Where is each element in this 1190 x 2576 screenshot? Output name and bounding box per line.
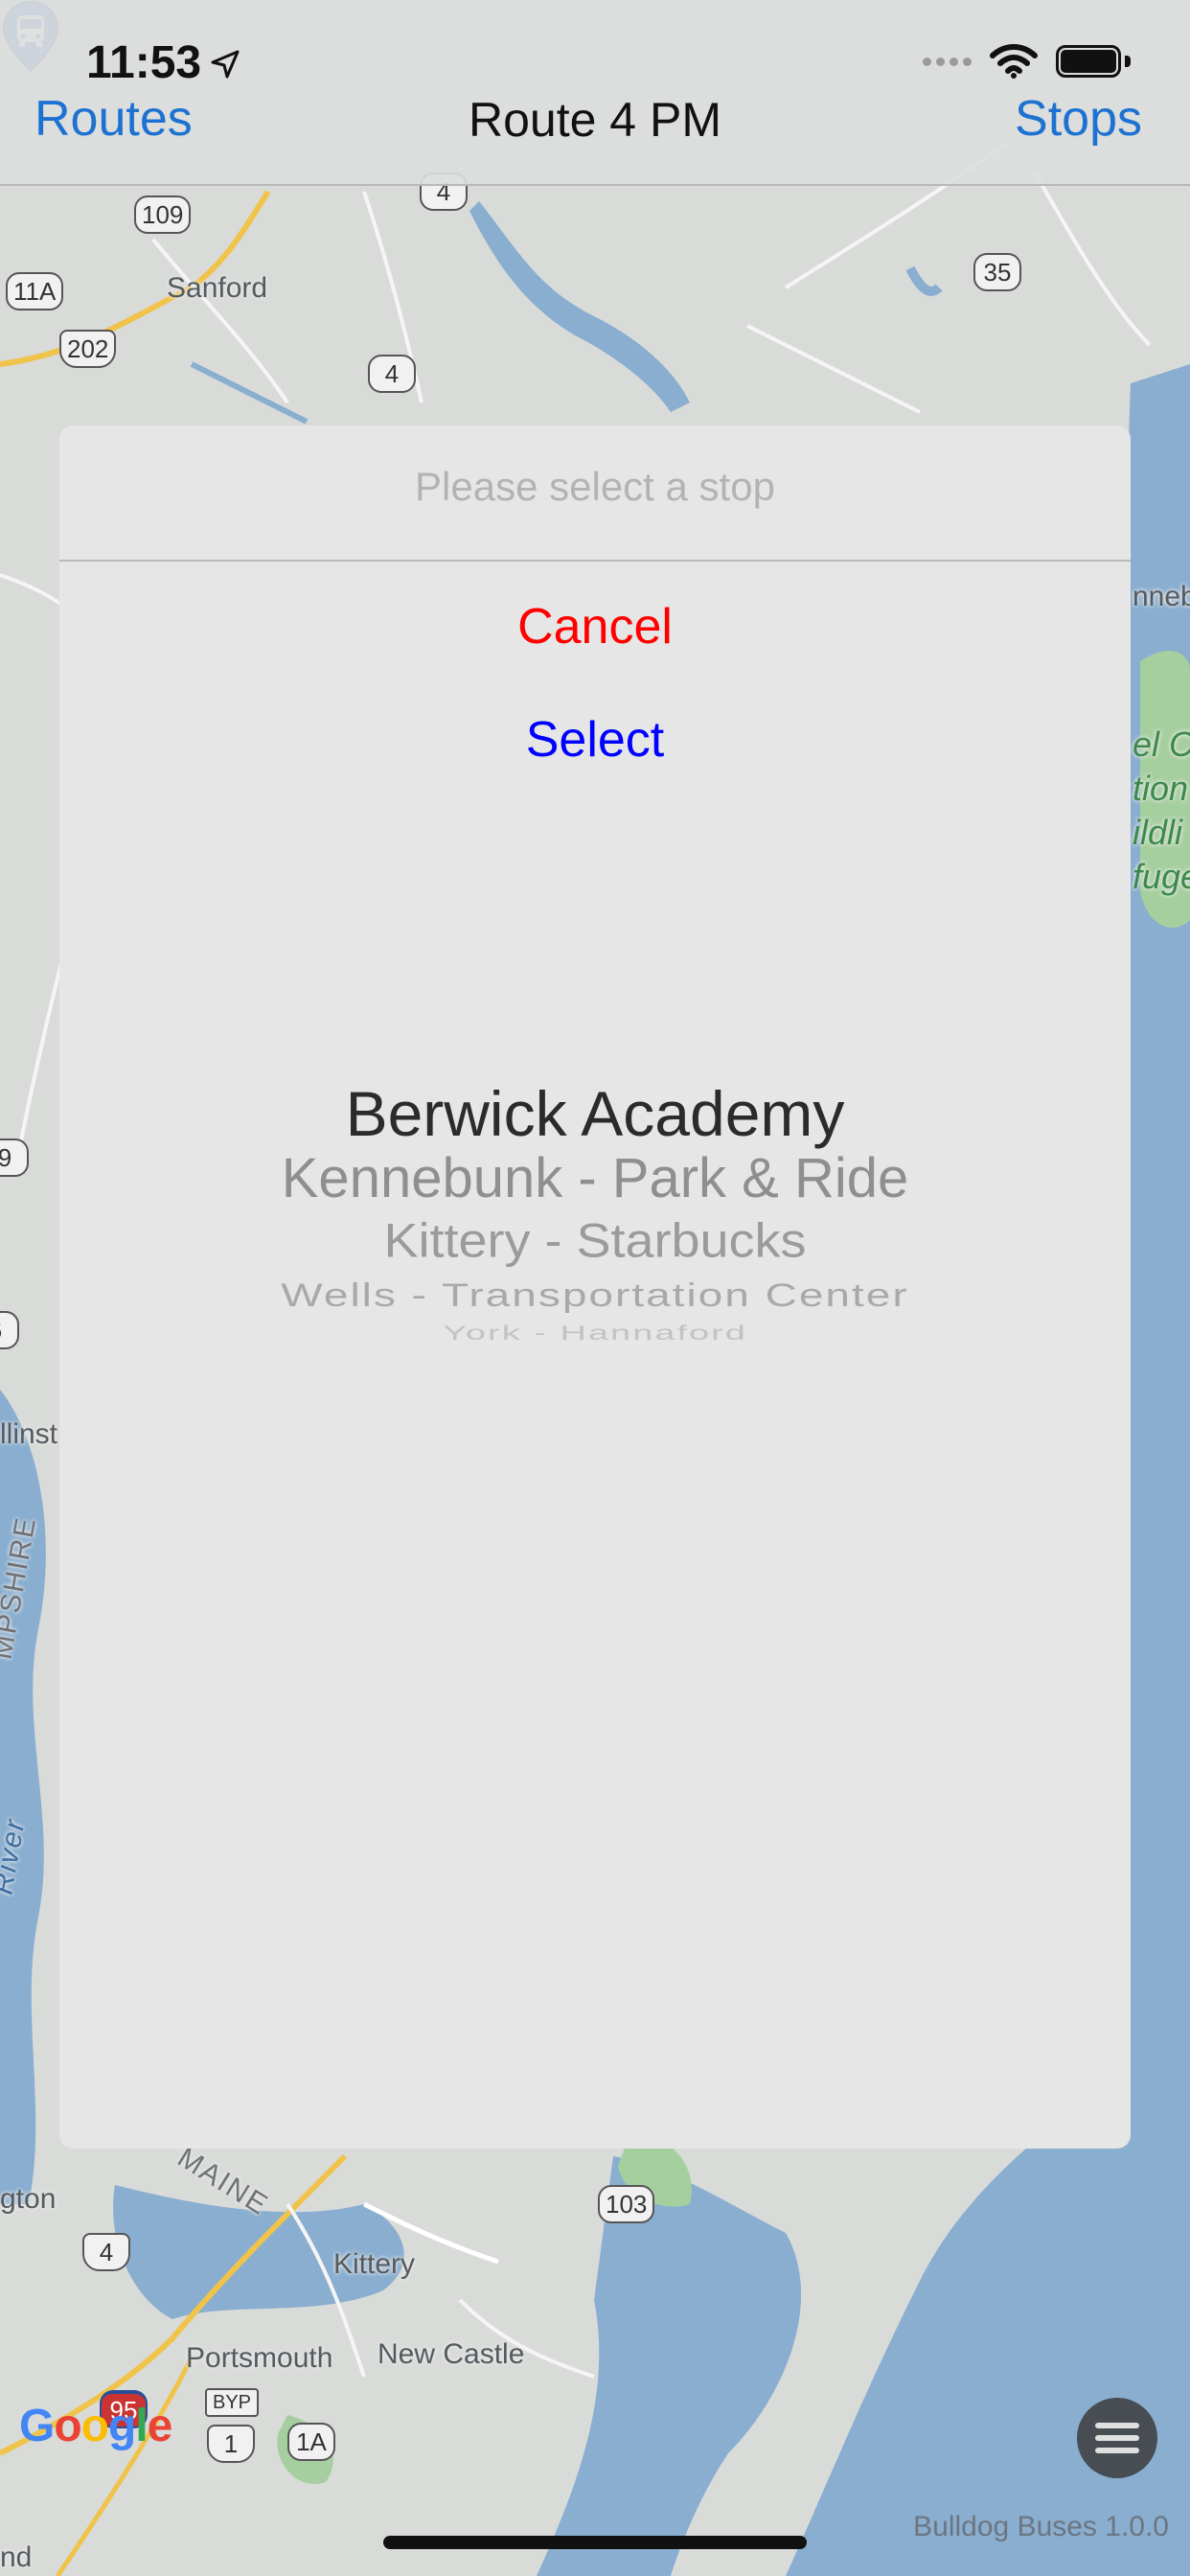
select-button[interactable]: Select [59, 711, 1131, 769]
wifi-icon [990, 44, 1038, 79]
home-indicator[interactable] [383, 2536, 807, 2549]
route-shield-4-bottom: 4 [82, 2233, 130, 2271]
map-label-refuge-4: fuge [1133, 857, 1190, 896]
hamburger-menu-icon [1095, 2423, 1139, 2453]
picker-item[interactable]: Kennebunk - Park & Ride [59, 1146, 1131, 1210]
map-label-portsmouth: Portsmouth [186, 2342, 333, 2374]
google-logo: Google [19, 2401, 172, 2451]
battery-icon [1056, 43, 1131, 80]
map-label-refuge-2: tion [1133, 769, 1189, 808]
map-label-kittery: Kittery [333, 2248, 416, 2280]
modal-title: Please select a stop [415, 464, 775, 509]
modal-divider [59, 560, 1131, 562]
route-shield-4-mid: 4 [368, 355, 416, 393]
cancel-button[interactable]: Cancel [59, 598, 1131, 656]
map-label-refuge-3: ildli [1133, 813, 1183, 852]
map-label-refuge-1: el Ca [1133, 724, 1190, 764]
route-shield-byp: BYP [205, 2388, 260, 2417]
app-screen: Sanford Kittery Portsmouth New Castle MA… [0, 0, 1190, 2576]
status-indicators [923, 42, 1131, 80]
map-label-sanford: Sanford [167, 272, 268, 304]
route-shield-11a: 11A [6, 272, 64, 310]
route-shield-202: 202 [59, 330, 117, 368]
picker-item[interactable]: Wells - Transportation Center [59, 1276, 1131, 1315]
route-shield-109: 109 [134, 196, 192, 234]
route-shield-1a: 1A [287, 2423, 335, 2461]
app-version-label: Bulldog Buses 1.0.0 [913, 2511, 1169, 2542]
stop-picker-wheel[interactable]: Berwick Academy Kennebunk - Park & Ride … [59, 1077, 1131, 1786]
cellular-signal-icon [923, 57, 972, 66]
status-time: 11:53 [86, 37, 202, 88]
stops-button[interactable]: Stops [1015, 90, 1142, 148]
route-shield-103: 103 [598, 2185, 655, 2223]
map-label-nd: nd [0, 2542, 33, 2573]
route-shield-35: 35 [973, 253, 1021, 291]
page-title: Route 4 PM [468, 93, 721, 147]
map-label-nneb: nneb [1133, 581, 1190, 612]
route-shield-9: 9 [0, 1138, 29, 1177]
picker-item[interactable]: York - Hannaford [59, 1322, 1131, 1346]
menu-button[interactable] [1077, 2398, 1157, 2478]
route-shield-1: 1 [207, 2425, 255, 2463]
location-arrow-icon [211, 50, 240, 79]
map-label-llinst: llinst [0, 1418, 58, 1450]
map-label-new-castle: New Castle [378, 2338, 525, 2370]
picker-item-selected[interactable]: Berwick Academy [59, 1077, 1131, 1150]
navigation-bar: Routes Route 4 PM Stops [0, 91, 1190, 186]
stop-picker-modal: Please select a stop Cancel Select Berwi… [59, 426, 1131, 2149]
picker-item[interactable]: Kittery - Starbucks [59, 1213, 1131, 1268]
route-shield-6: 6 [0, 1311, 19, 1349]
map-label-gton: gton [0, 2183, 57, 2215]
